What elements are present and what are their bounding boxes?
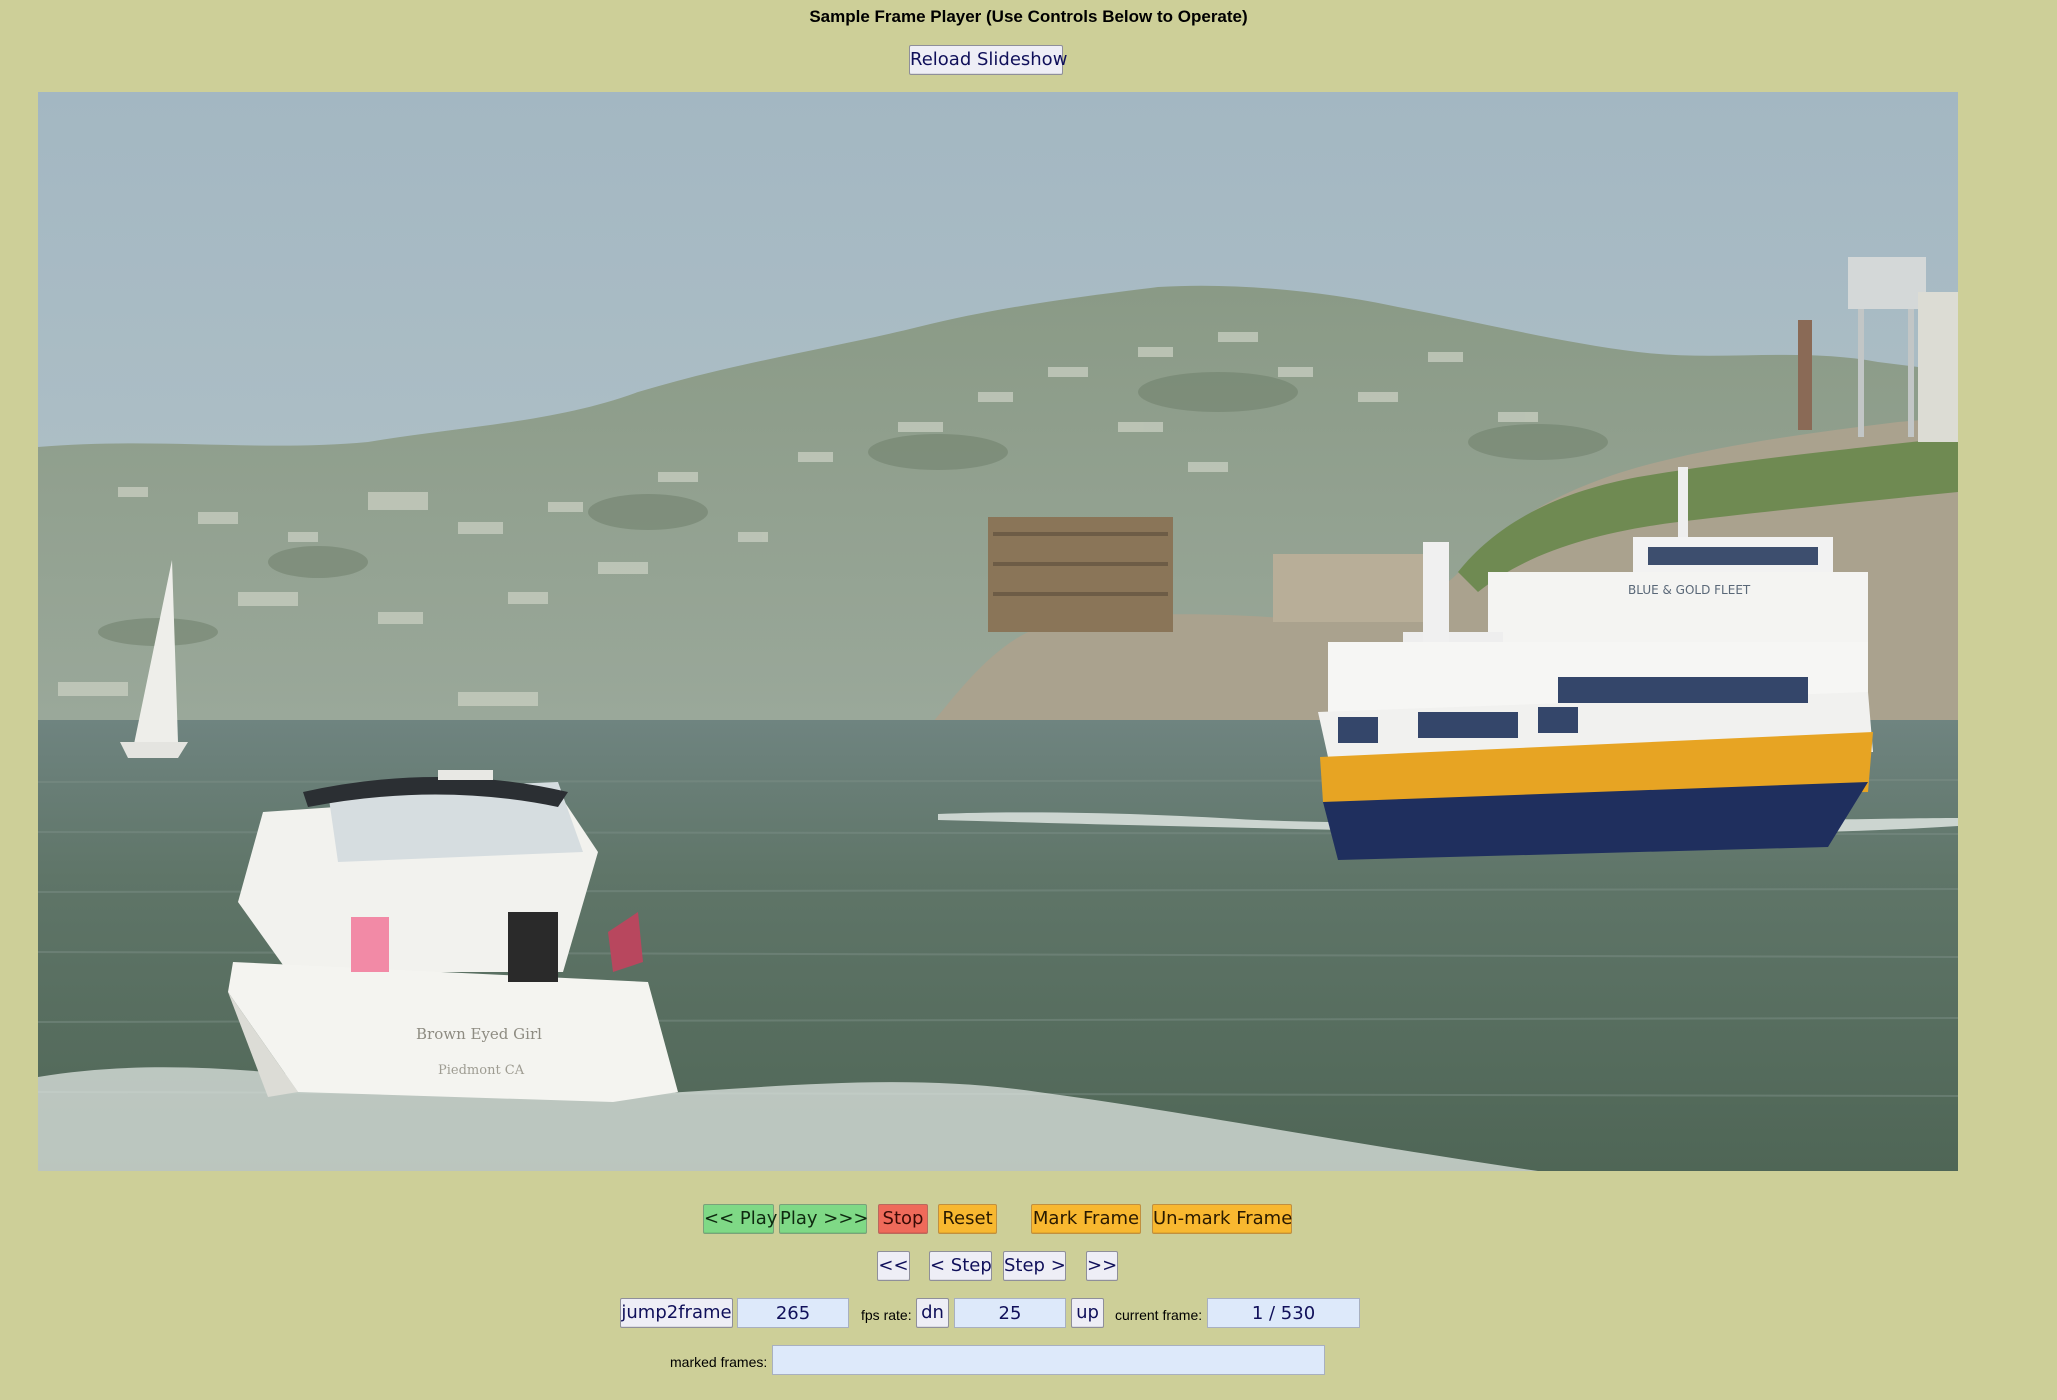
reset-button[interactable]: Reset [938, 1204, 997, 1234]
last-frame-button[interactable]: >> [1086, 1251, 1118, 1281]
cruiser-home: Piedmont CA [438, 1063, 525, 1078]
marked-frames-field[interactable] [772, 1345, 1325, 1375]
current-frame-label: current frame: [1115, 1307, 1203, 1323]
step-forward-button[interactable]: Step > [1003, 1251, 1066, 1281]
fps-up-button[interactable]: up [1071, 1298, 1104, 1328]
unmark-frame-button[interactable]: Un-mark Frame [1152, 1204, 1292, 1234]
stop-button[interactable]: Stop [878, 1204, 928, 1234]
marked-frames-label: marked frames: [670, 1354, 768, 1370]
current-frame-display [1207, 1298, 1360, 1328]
play-backward-button[interactable]: << Play [703, 1204, 777, 1234]
ferry-livery: BLUE & GOLD FLEET [1628, 583, 1751, 597]
page-title: Sample Frame Player (Use Controls Below … [809, 7, 1248, 26]
reload-slideshow-button[interactable]: Reload Slideshow [909, 45, 1067, 75]
island-building-far [1918, 292, 1958, 442]
cruiser-name: Brown Eyed Girl [416, 1025, 542, 1043]
step-back-button[interactable]: < Step [929, 1251, 992, 1281]
water-tower-tank [1848, 257, 1926, 309]
water-tower-leg-l [1858, 297, 1864, 437]
frame-image: BLUE & GOLD FLEET Brown Eyed Girl Piedmo… [38, 92, 1958, 1171]
smokestack [1798, 320, 1812, 430]
jump-to-frame-button[interactable]: jump2frame [620, 1298, 733, 1328]
first-frame-button[interactable]: << [877, 1251, 910, 1281]
fps-input[interactable] [954, 1298, 1066, 1328]
water-tower-leg-r [1908, 297, 1914, 437]
fps-down-button[interactable]: dn [916, 1298, 949, 1328]
fps-label: fps rate: [861, 1307, 912, 1323]
play-forward-button[interactable]: Play >>> [779, 1204, 869, 1234]
jump-frame-input[interactable] [737, 1298, 849, 1328]
mark-frame-button[interactable]: Mark Frame [1031, 1204, 1141, 1234]
island-building-right [1273, 554, 1423, 622]
